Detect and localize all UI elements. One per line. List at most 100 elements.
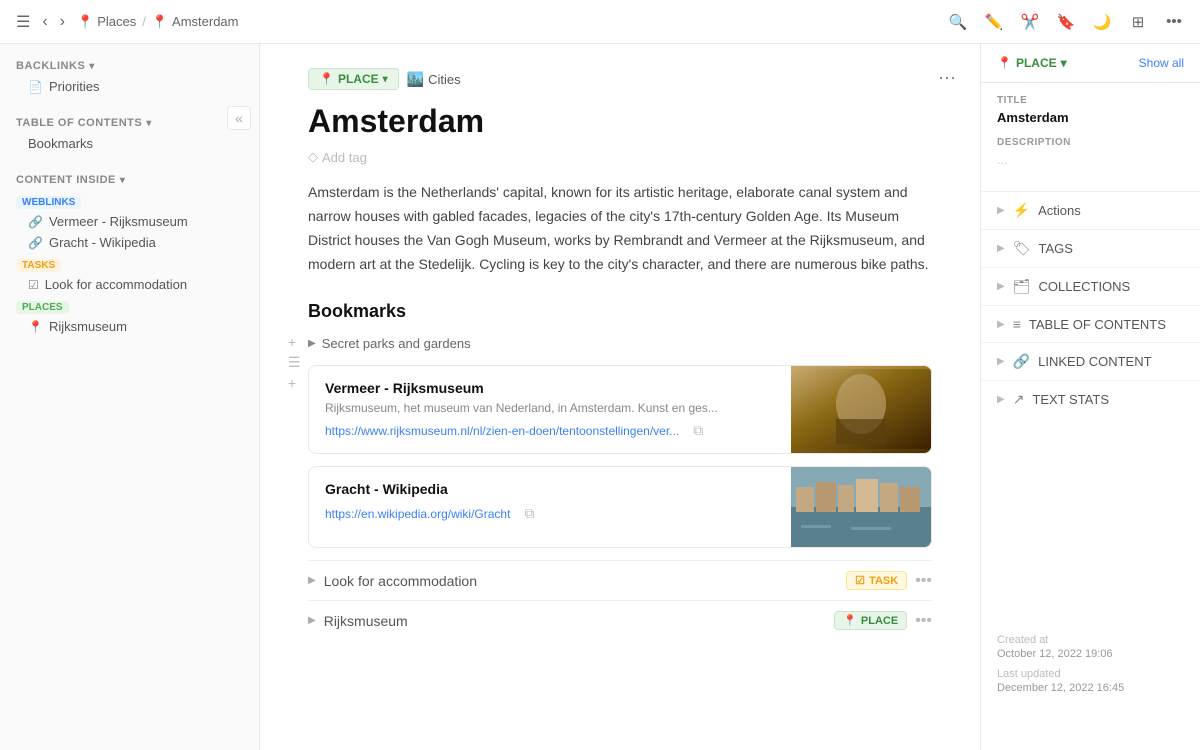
last-updated-label: Last updated: [997, 668, 1184, 680]
actions-item[interactable]: ▶ ⚡ Actions: [981, 191, 1200, 229]
title-meta-value: Amsterdam: [997, 110, 1184, 125]
gracht-label: Gracht - Wikipedia: [49, 235, 156, 250]
add-above-button[interactable]: +: [288, 334, 301, 350]
created-at-value: October 12, 2022 19:06: [997, 648, 1184, 660]
task-badge-label: TASK: [869, 575, 898, 587]
add-below-button[interactable]: +: [288, 375, 301, 391]
tags-icon: 🏷: [1013, 240, 1031, 257]
secret-parks-toggle[interactable]: ▶ Secret parks and gardens: [308, 334, 932, 353]
right-section-items: ▶ ⚡ Actions ▶ 🏷 TAGS ▶ 🗂 COLLECTIONS ▶ ≡…: [981, 191, 1200, 418]
bookmark-gracht-url[interactable]: https://en.wikipedia.org/wiki/Gracht: [325, 507, 510, 521]
more-icon[interactable]: •••: [1160, 8, 1188, 36]
place-selector[interactable]: 📍 PLACE ▾: [997, 56, 1067, 70]
bookmark-gracht-copy[interactable]: ⧉: [524, 505, 534, 522]
toc-header[interactable]: TABLE OF CONTENTS ▾: [0, 113, 259, 133]
forward-button[interactable]: ›: [56, 9, 69, 35]
breadcrumb-current[interactable]: 📍 Amsterdam: [152, 14, 239, 30]
accommodation-more[interactable]: •••: [915, 572, 932, 590]
bookmark-vermeer: Vermeer - Rijksmuseum Rijksmuseum, het m…: [308, 365, 932, 455]
bookmark-vermeer-copy[interactable]: ⧉: [693, 422, 703, 439]
rijksmuseum-more[interactable]: •••: [915, 612, 932, 630]
content-inside-header[interactable]: CONTENT INSIDE ▾: [0, 170, 259, 190]
cities-label: Cities: [428, 72, 461, 87]
page-title: Amsterdam: [308, 102, 932, 140]
actions-label: Actions: [1038, 203, 1081, 218]
weblinks-tag-label: WEBLINKS: [22, 197, 75, 208]
show-all-link[interactable]: Show all: [1139, 56, 1184, 70]
task-badge: ☑ TASK: [846, 571, 907, 590]
back-button[interactable]: ‹: [38, 9, 51, 35]
tags-item[interactable]: ▶ 🏷 TAGS: [981, 229, 1200, 267]
cities-tag[interactable]: 🏙️ Cities: [407, 71, 461, 88]
toc-right-item[interactable]: ▶ ≡ TABLE OF CONTENTS: [981, 305, 1200, 342]
moon-icon[interactable]: 🌙: [1088, 8, 1116, 36]
priorities-label: Priorities: [49, 79, 100, 94]
backlinks-label: BACKLINKS: [16, 60, 85, 72]
accommodation-item-label[interactable]: Look for accommodation: [324, 573, 477, 589]
created-at-label: Created at: [997, 634, 1184, 646]
weblinks-tag: WEBLINKS: [16, 196, 81, 209]
edit-icon[interactable]: ✏️: [980, 8, 1008, 36]
right-meta: TITLE Amsterdam DESCRIPTION ...: [981, 83, 1200, 191]
collections-item[interactable]: ▶ 🗂 COLLECTIONS: [981, 267, 1200, 305]
sidebar-item-priorities[interactable]: 📄 Priorities: [0, 76, 259, 97]
link-icon-1: 🔗: [28, 215, 43, 229]
place-selector-chevron: ▾: [1061, 56, 1067, 70]
share-icon[interactable]: ✂️: [1016, 8, 1044, 36]
add-tag-button[interactable]: ◇ Add tag: [308, 149, 367, 165]
menu-button[interactable]: ☰: [12, 8, 34, 36]
backlinks-section: BACKLINKS ▾ 📄 Priorities: [0, 56, 259, 97]
bookmark-gracht-image: [791, 467, 931, 547]
place-selector-label: PLACE: [1016, 56, 1057, 70]
place-badge-item-label: PLACE: [861, 615, 898, 627]
place-badge-label: PLACE: [338, 72, 379, 86]
tasks-tag-label: TASKS: [22, 260, 55, 271]
bookmark-icon[interactable]: 🔖: [1052, 8, 1080, 36]
sidebar-item-gracht[interactable]: 🔗 Gracht - Wikipedia: [0, 232, 259, 253]
place-badge[interactable]: 📍 PLACE ▾: [308, 68, 399, 90]
content-inside-section: CONTENT INSIDE ▾ WEBLINKS 🔗 Vermeer - Ri…: [0, 170, 259, 337]
last-updated-value: December 12, 2022 16:45: [997, 682, 1184, 694]
place-icon-sidebar: 📍: [28, 320, 43, 334]
text-stats-item[interactable]: ▶ ↗ TEXT STATS: [981, 380, 1200, 418]
search-icon[interactable]: 🔍: [944, 8, 972, 36]
backlinks-header[interactable]: BACKLINKS ▾: [0, 56, 259, 76]
sidebar-item-bookmarks[interactable]: Bookmarks: [0, 133, 259, 154]
sidebar-item-accommodation[interactable]: ☑ Look for accommodation: [0, 274, 259, 295]
collections-chevron: ▶: [997, 281, 1005, 292]
text-stats-chevron: ▶: [997, 394, 1005, 405]
bookmark-vermeer-url[interactable]: https://www.rijksmuseum.nl/nl/zien-en-do…: [325, 424, 679, 438]
breadcrumb-separator: /: [142, 14, 146, 29]
description-meta-label: DESCRIPTION: [997, 137, 1184, 148]
rijksmuseum-item-right: 📍 PLACE •••: [834, 611, 932, 630]
drag-handle[interactable]: ☰: [288, 354, 301, 371]
left-sidebar: « BACKLINKS ▾ 📄 Priorities TABLE OF CONT…: [0, 44, 260, 750]
tags-label: TAGS: [1038, 241, 1072, 256]
content-item-accommodation: ▶ Look for accommodation ☑ TASK •••: [308, 560, 932, 600]
linked-content-label: LINKED CONTENT: [1038, 354, 1151, 369]
bookmark-vermeer-desc: Rijksmuseum, het museum van Nederland, i…: [325, 400, 775, 417]
collapse-sidebar-button[interactable]: «: [227, 106, 251, 130]
toc-right-icon: ≡: [1013, 316, 1021, 332]
sidebar-item-vermeer[interactable]: 🔗 Vermeer - Rijksmuseum: [0, 211, 259, 232]
bookmark-vermeer-image: [791, 366, 931, 454]
content-inside-label: CONTENT INSIDE: [16, 174, 116, 186]
place-badge-icon: 📍: [319, 72, 334, 86]
amsterdam-icon: 📍: [152, 14, 168, 30]
content-area: ⋯ 📍 PLACE ▾ 🏙️ Cities Amsterdam ◇ Add ta…: [260, 44, 980, 750]
layout-icon[interactable]: ⊞: [1124, 8, 1152, 36]
sidebar-item-rijksmuseum[interactable]: 📍 Rijksmuseum: [0, 316, 259, 337]
topbar-actions: 🔍 ✏️ ✂️ 🔖 🌙 ⊞ •••: [944, 8, 1188, 36]
linked-content-item[interactable]: ▶ 🔗 LINKED CONTENT: [981, 342, 1200, 380]
breadcrumb-places[interactable]: 📍 Places: [77, 14, 136, 30]
rijksmuseum-item-label[interactable]: Rijksmuseum: [324, 613, 408, 629]
backlinks-chevron: ▾: [89, 61, 95, 72]
task-icon: ☑: [28, 278, 39, 292]
content-menu-dots[interactable]: ⋯: [938, 68, 956, 89]
tags-chevron: ▶: [997, 243, 1005, 254]
page-description: Amsterdam is the Netherlands' capital, k…: [308, 181, 932, 276]
text-stats-icon: ↗: [1013, 391, 1025, 408]
breadcrumb: 📍 Places / 📍 Amsterdam: [77, 14, 239, 30]
place-badge-item-icon: 📍: [843, 614, 857, 627]
tasks-tag: TASKS: [16, 259, 61, 272]
